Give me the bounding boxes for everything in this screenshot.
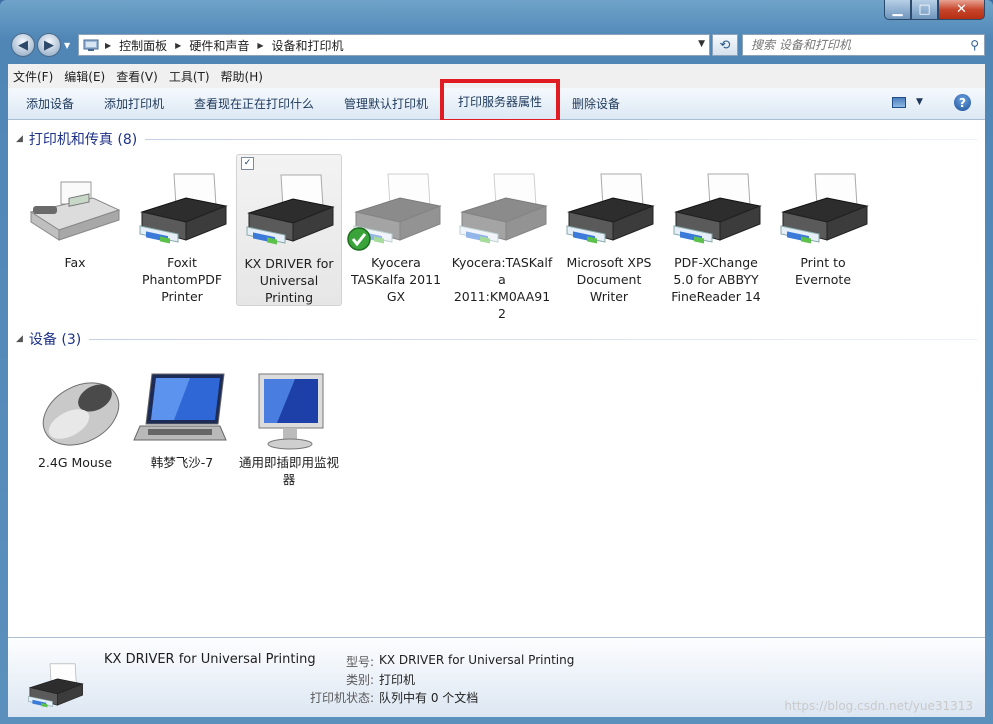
device-printer[interactable]: Foxit PhantomPDF Printer [130,168,234,305]
device-printer-default[interactable]: Kyocera TASKalfa 2011 GX [344,168,448,305]
caption-buttons: ▁ □ ✕ [884,0,985,20]
category-value: 打印机 [379,673,416,687]
selected-device-name: KX DRIVER for Universal Printing [104,652,316,667]
device-printer-selected[interactable]: ✓ KX DRIVER for Universal Printing [236,154,342,306]
device-label: Kyocera:TASKalfa 2011:KM0AA912 [451,255,553,321]
back-button[interactable]: ◀ [11,33,35,57]
group-title: 设备 (3) [28,332,82,348]
monitor-icon [258,373,324,450]
view-options-dropdown[interactable]: ▼ [916,97,923,107]
search-icon[interactable]: ⚲ [970,38,979,52]
fax-icon [29,181,121,241]
recent-pages-dropdown[interactable]: ▼ [64,41,70,50]
category-key: 类别: [345,673,374,687]
model-value: KX DRIVER for Universal Printing [379,653,575,667]
device-label: Foxit PhantomPDF Printer [141,255,223,304]
menu-view[interactable]: 查看(V) [111,68,163,85]
printer-icon [780,173,869,244]
maximize-button[interactable]: □ [911,0,938,20]
search-box[interactable]: ⚲ [742,34,985,56]
device-label: Fax [64,255,86,270]
breadcrumb-control-panel[interactable]: 控制面板 [115,37,171,54]
device-monitor[interactable]: 通用即插即用监视器 [237,368,341,488]
minimize-button[interactable]: ▁ [884,0,911,20]
close-button[interactable]: ✕ [938,0,985,20]
group-title: 打印机和传真 (8) [28,132,138,148]
device-mouse[interactable]: 2.4G Mouse [23,368,127,471]
device-label: 通用即插即用监视器 [238,455,339,487]
model-key: 型号: [345,655,374,669]
device-label: 韩梦飞沙-7 [150,455,214,470]
group-divider [89,338,977,340]
laptop-icon [133,373,227,441]
device-printer[interactable]: PDF-XChange 5.0 for ABBYY FineReader 14 [664,168,768,305]
address-history-dropdown[interactable]: ▼ [698,39,705,49]
forward-button[interactable]: ▶ [37,33,61,57]
device-computer[interactable]: 韩梦飞沙-7 [130,368,234,471]
device-fax[interactable]: Fax [23,168,127,271]
breadcrumb-hardware-sound[interactable]: 硬件和声音 [185,37,253,54]
details-pane: KX DRIVER for Universal Printing 型号: KX … [8,637,985,717]
see-whats-printing-button[interactable]: 查看现在正在打印什么 [194,95,314,112]
add-printer-button[interactable]: 添加打印机 [104,95,164,112]
device-label: KX DRIVER for Universal Printing [244,256,334,305]
watermark: https://blog.csdn.net/yue31313 [784,699,973,713]
remove-device-button[interactable]: 删除设备 [572,95,620,112]
group-header-printers[interactable]: ◢ 打印机和传真 (8) [16,129,977,149]
printer-status-key: 打印机状态: [309,691,374,705]
menu-edit[interactable]: 编辑(E) [59,68,110,85]
command-bar: 添加设备 添加打印机 查看现在正在打印什么 管理默认打印机 打印服务器属性 删除… [8,79,985,123]
menu-tools[interactable]: 工具(T) [164,68,215,85]
device-label: 2.4G Mouse [37,455,113,470]
menu-help[interactable]: 帮助(H) [216,68,268,85]
print-server-properties-button[interactable]: 打印服务器属性 [439,79,561,123]
breadcrumb-separator: ▶ [105,40,112,50]
menu-file[interactable]: 文件(F) [8,68,58,85]
printer-icon [28,663,84,708]
explorer-window: ▁ □ ✕ ◀ ▶ ▼ ▶ 控制面板 ▶ 硬件和声音 ▶ 设备和打印机 ▼ ⟲ … [0,0,993,724]
change-view-icon[interactable] [892,97,906,108]
group-divider [145,138,977,140]
device-printer[interactable]: Print to Evernote [771,168,875,288]
device-label: Microsoft XPS Document Writer [566,255,652,304]
printer-icon [459,173,548,244]
group-header-devices[interactable]: ◢ 设备 (3) [16,329,977,349]
device-printer[interactable]: Microsoft XPS Document Writer [557,168,661,305]
printer-icon [566,173,655,244]
collapse-triangle-icon[interactable]: ◢ [16,134,23,144]
printer-status-value: 队列中有 0 个文档 [379,691,479,705]
printer-icon [246,174,335,245]
device-label: Print to Evernote [794,255,852,287]
device-label: PDF-XChange 5.0 for ABBYY FineReader 14 [671,255,761,304]
breadcrumb-separator: ▶ [257,40,264,50]
mouse-icon [42,382,120,446]
navigation-bar: ◀ ▶ ▼ ▶ 控制面板 ▶ 硬件和声音 ▶ 设备和打印机 ▼ ⟲ ⚲ [8,30,985,62]
address-bar[interactable]: ▶ 控制面板 ▶ 硬件和声音 ▶ 设备和打印机 ▼ [78,34,710,56]
device-printer[interactable]: Kyocera:TASKalfa 2011:KM0AA912 [450,168,554,322]
refresh-button[interactable]: ⟲ [712,34,738,56]
search-input[interactable] [749,37,953,53]
content-pane: ◢ 打印机和传真 (8) Fax Foxit PhantomPDF Printe… [8,120,985,637]
add-device-button[interactable]: 添加设备 [26,95,74,112]
manage-default-printer-button[interactable]: 管理默认打印机 [344,95,428,112]
collapse-triangle-icon[interactable]: ◢ [16,334,23,344]
control-panel-icon [83,39,99,51]
help-icon[interactable]: ? [954,94,971,111]
default-checkmark-icon [347,227,371,251]
breadcrumb-separator: ▶ [175,40,182,50]
printer-icon [139,173,228,244]
device-label: Kyocera TASKalfa 2011 GX [350,255,442,304]
breadcrumb-devices-printers[interactable]: 设备和打印机 [268,37,348,54]
printer-icon [673,173,762,244]
